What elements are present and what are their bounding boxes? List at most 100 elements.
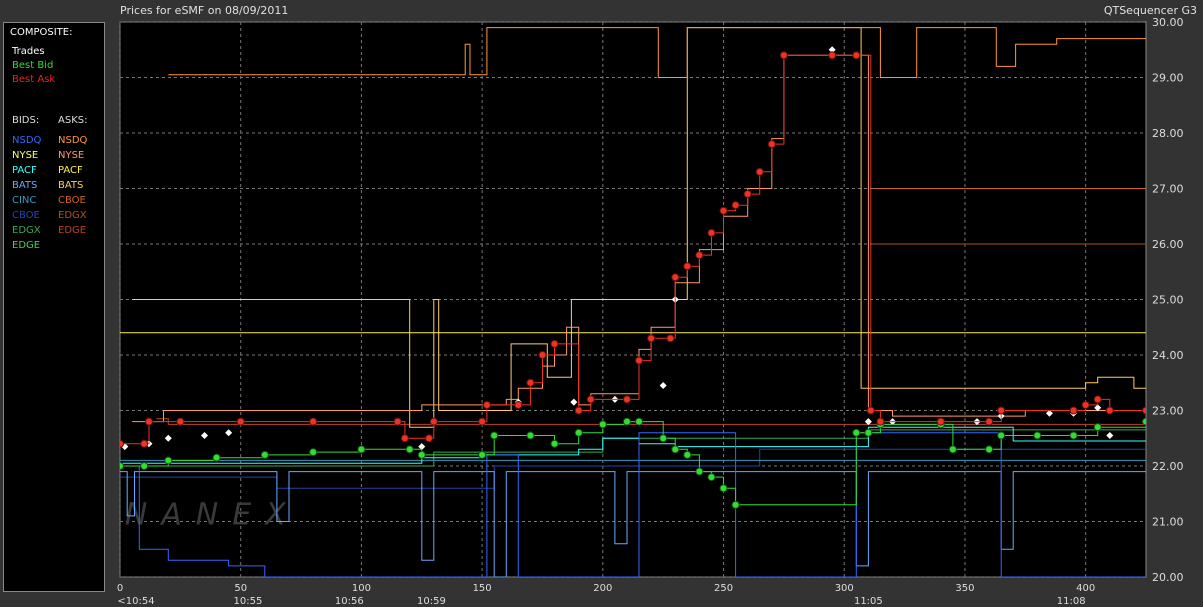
point-best-ask [1142,406,1146,415]
point-best-bid [140,462,149,470]
point-best-ask [309,417,318,426]
point-best-bid [357,445,366,454]
y-tick-label: 22.00 [1152,460,1184,473]
point-best-bid [405,445,414,454]
point-best-ask [1093,395,1102,404]
point-best-ask [707,228,716,237]
point-best-ask [550,339,559,348]
point-best-ask [236,417,245,426]
x-tick-label: 200 [593,583,612,594]
x-tick-label: 150 [473,583,492,594]
x-tick-label: 400 [1076,583,1095,594]
point-best-bid [164,456,173,465]
y-tick-label: 23.00 [1152,405,1184,418]
point-best-ask [144,417,153,426]
point-best-ask [140,439,149,448]
point-best-ask [671,273,680,282]
point-best-bid [731,500,740,509]
point-best-ask [120,439,124,448]
point-best-bid [260,450,269,459]
y-tick-label: 25.00 [1152,294,1184,307]
point-best-ask [538,351,547,359]
point-best-bid [574,428,583,437]
point-best-ask [1105,406,1114,415]
point-best-ask [622,395,631,404]
point-best-ask [719,206,728,215]
point-best-bid [120,462,124,470]
point-best-bid [635,417,644,426]
point-best-bid [550,439,559,448]
point-best-bid [212,453,221,462]
point-best-ask [635,356,644,365]
y-tick-label: 24.00 [1152,349,1184,362]
point-best-bid [852,428,861,437]
point-best-ask [695,251,704,260]
x-tick-label: 0 [117,583,123,594]
point-best-bid [659,434,668,443]
point-best-bid [622,417,631,426]
point-best-ask [526,378,535,387]
y-tick-label: 21.00 [1152,516,1184,529]
point-best-bid [707,473,716,482]
point-best-bid [695,467,704,476]
point-best-bid [719,484,728,493]
point-best-bid [1142,417,1146,426]
point-best-bid [417,450,426,459]
point-best-bid [1093,423,1102,432]
point-best-bid [948,445,957,454]
point-best-ask [478,417,487,426]
y-tick-label: 26.00 [1152,238,1184,251]
point-best-ask [1069,406,1078,415]
point-best-ask [176,417,185,426]
point-best-ask [852,51,861,60]
y-tick-label: 30.00 [1152,16,1184,29]
point-best-ask [828,51,837,60]
point-best-ask [866,406,875,415]
price-chart: NANEX 20.00 21.00 22.00 23.00 24.00 25.00 26.00… [117,16,1184,607]
point-best-ask [514,400,523,409]
point-best-ask [393,417,402,426]
y-tick-label: 28.00 [1152,127,1184,140]
x-tick-label: 100 [352,583,371,594]
point-best-bid [309,448,318,457]
point-best-bid [1069,431,1078,440]
point-best-bid [671,445,680,454]
time-label: <10:54 [117,596,154,607]
point-best-ask [731,201,740,210]
time-label: 10:56 [335,596,364,607]
y-tick-label: 29.00 [1152,72,1184,85]
x-tick-label: 250 [714,583,733,594]
point-best-bid [526,431,535,440]
point-best-bid [490,431,499,440]
point-best-bid [1033,431,1042,440]
x-tick-label: 300 [835,583,854,594]
point-best-ask [400,434,409,443]
point-best-ask [425,434,434,443]
point-best-bid [683,450,692,459]
point-best-ask [743,190,752,199]
watermark: NANEX [125,497,300,532]
point-best-ask [997,406,1006,415]
point-best-ask [482,400,491,409]
point-best-bid [478,450,487,459]
point-best-ask [586,395,595,404]
point-best-bid [864,428,873,437]
point-best-ask [647,334,656,343]
time-label: 10:55 [234,596,263,607]
point-best-bid [985,445,994,454]
point-best-bid [997,431,1006,440]
point-best-ask [683,262,692,271]
point-best-ask [755,167,764,176]
point-best-ask [574,406,583,415]
point-best-ask [1081,400,1090,409]
point-best-ask [985,417,994,426]
time-label: 11:08 [1057,596,1086,607]
point-best-ask [767,140,776,149]
point-best-ask [429,417,438,426]
time-label: 10:59 [417,596,446,607]
point-best-ask [779,51,788,60]
point-best-bid [598,420,607,429]
point-best-ask [666,334,675,343]
point-best-ask [876,417,885,426]
x-tick-label: 350 [955,583,974,594]
